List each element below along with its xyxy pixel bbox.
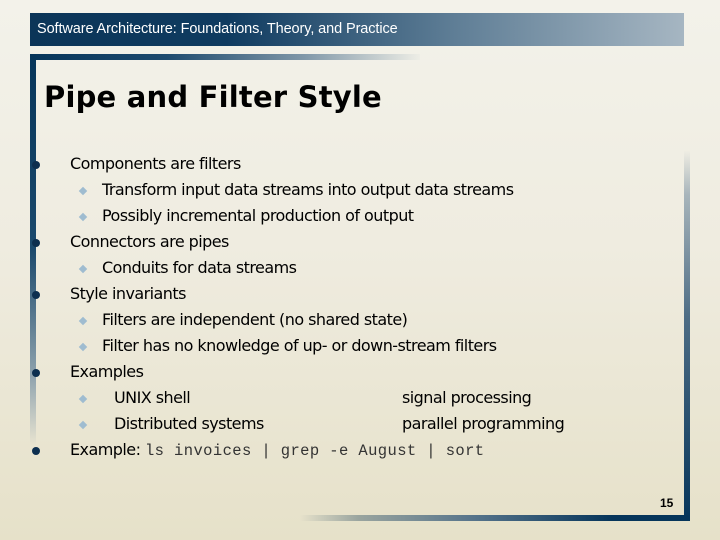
bullet-item: Examples (70, 362, 144, 381)
title-frame-top-bar (30, 54, 420, 60)
page-number: 15 (660, 496, 674, 510)
bullet-dot-icon (32, 369, 40, 377)
diamond-bullet-icon (78, 316, 88, 326)
sub-bullet-item: UNIX shell signal processing (78, 388, 532, 410)
sub-bullet-item: Filter has no knowledge of up- or down-s… (78, 336, 497, 358)
shell-command: ls invoices | grep -e August | sort (144, 442, 485, 460)
example-label: Example: (70, 440, 141, 459)
bullet-dot-icon (32, 447, 40, 455)
content-frame-bottom-bar (300, 515, 690, 521)
example-right: signal processing (402, 388, 532, 407)
diamond-bullet-icon (78, 212, 88, 222)
sub-bullet-text: Transform input data streams into output… (102, 180, 514, 199)
header-bar: Software Architecture: Foundations, Theo… (30, 13, 684, 46)
sub-bullet-item: Filters are independent (no shared state… (78, 310, 408, 332)
content-frame-right-bar (684, 150, 690, 521)
diamond-bullet-icon (78, 420, 88, 430)
example-left: Distributed systems (114, 414, 264, 433)
diamond-bullet-icon (78, 394, 88, 404)
sub-bullet-text: Possibly incremental production of outpu… (102, 206, 414, 225)
bullet-item: Example: ls invoices | grep -e August | … (70, 440, 485, 462)
sub-bullet-text: Conduits for data streams (102, 258, 297, 277)
slide-title: Pipe and Filter Style (44, 80, 382, 114)
bullet-dot-icon (32, 161, 40, 169)
sub-bullet-text: Filters are independent (no shared state… (102, 310, 408, 329)
sub-bullet-item: Conduits for data streams (78, 258, 297, 280)
sub-bullet-item: Transform input data streams into output… (78, 180, 514, 202)
bullet-item: Components are filters (70, 154, 241, 173)
bullet-item: Connectors are pipes (70, 232, 229, 251)
sub-bullet-text: Filter has no knowledge of up- or down-s… (102, 336, 497, 355)
sub-bullet-item: Distributed systems parallel programming (78, 414, 565, 436)
course-title: Software Architecture: Foundations, Theo… (37, 21, 398, 37)
bullet-dot-icon (32, 239, 40, 247)
title-frame-left-bar (30, 54, 36, 446)
diamond-bullet-icon (78, 264, 88, 274)
sub-bullet-item: Possibly incremental production of outpu… (78, 206, 414, 228)
bullet-item: Style invariants (70, 284, 186, 303)
diamond-bullet-icon (78, 342, 88, 352)
bullet-dot-icon (32, 291, 40, 299)
example-left: UNIX shell (114, 388, 191, 407)
diamond-bullet-icon (78, 186, 88, 196)
example-right: parallel programming (402, 414, 565, 433)
